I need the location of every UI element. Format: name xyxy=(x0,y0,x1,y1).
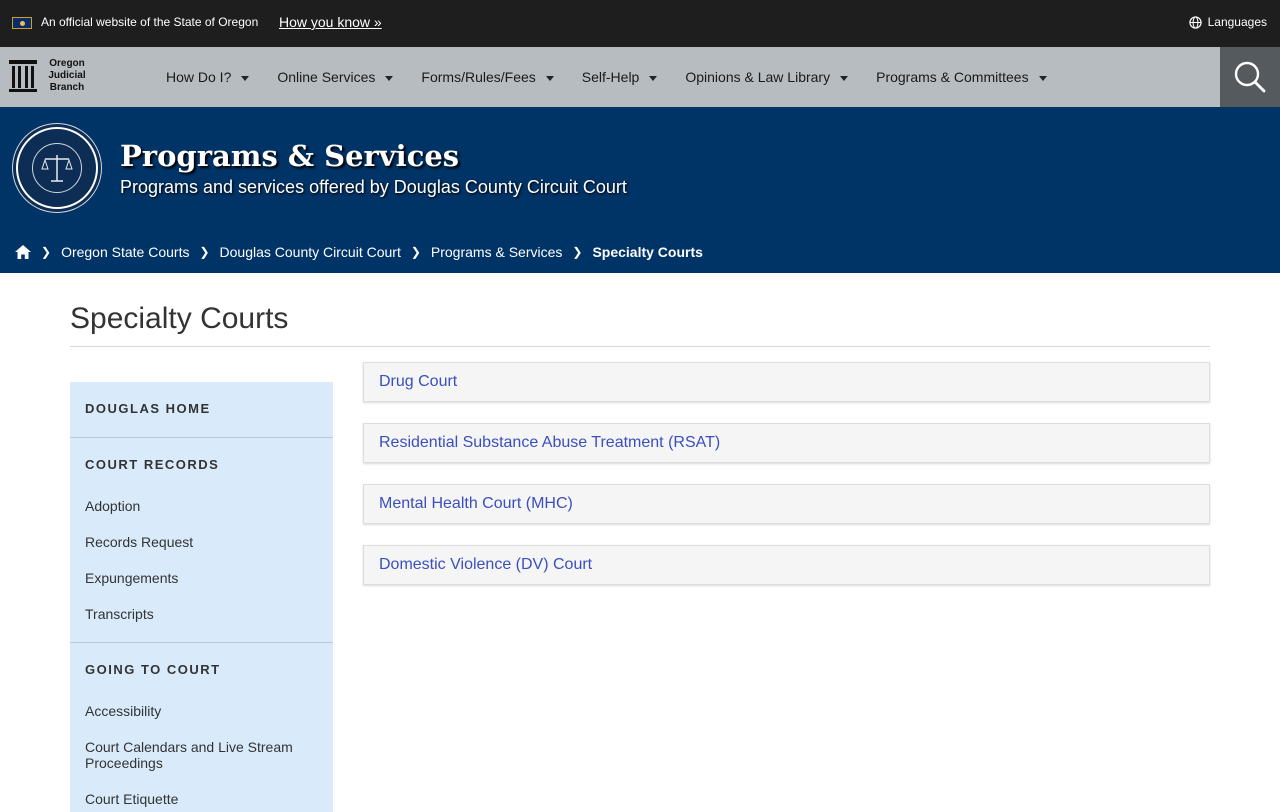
accordion-drug-court[interactable]: Drug Court xyxy=(363,362,1210,402)
official-banner: An official website of the State of Oreg… xyxy=(0,0,1280,47)
breadcrumb-programs-services[interactable]: Programs & Services xyxy=(431,244,562,260)
judicial-department-seal-icon xyxy=(16,127,98,209)
sidebar-link-records-request[interactable]: Records Request xyxy=(85,534,193,550)
chevron-right-icon: ❯ xyxy=(410,245,421,259)
caret-down-icon xyxy=(649,75,658,81)
home-icon[interactable] xyxy=(15,245,31,259)
sidebar-link-accessibility[interactable]: Accessibility xyxy=(85,703,161,719)
sidebar-link-court-calendars[interactable]: Court Calendars and Live Stream Proceedi… xyxy=(85,739,315,771)
accordion-title: Residential Substance Abuse Treatment (R… xyxy=(379,434,721,451)
languages-label: Languages xyxy=(1207,15,1267,29)
caret-down-icon xyxy=(840,75,849,81)
title-divider xyxy=(70,346,1210,347)
ojb-logo[interactable]: Oregon Judicial Branch xyxy=(9,58,91,94)
accordion-mental-health-court[interactable]: Mental Health Court (MHC) xyxy=(363,484,1210,524)
chevron-right-icon: ❯ xyxy=(199,245,210,259)
search-button[interactable] xyxy=(1220,47,1280,107)
main-navigation: Oregon Judicial Branch How Do I? Online … xyxy=(0,47,1280,107)
sidebar-link-expungements[interactable]: Expungements xyxy=(85,570,178,586)
sidebar-divider xyxy=(70,437,333,438)
accordion-title: Domestic Violence (DV) Court xyxy=(379,556,593,573)
sidebar-divider xyxy=(70,642,333,643)
chevron-right-icon: ❯ xyxy=(572,245,583,259)
banner-subtitle: Programs and services offered by Douglas… xyxy=(120,177,627,197)
breadcrumb: ❯ Oregon State Courts ❯ Douglas County C… xyxy=(15,244,703,260)
languages-button[interactable]: Languages xyxy=(1188,15,1267,29)
accordion-title: Mental Health Court (MHC) xyxy=(379,495,573,512)
oregon-flag-icon xyxy=(12,17,32,29)
logo-text: Oregon Judicial Branch xyxy=(48,58,86,93)
page-title: Specialty Courts xyxy=(70,302,289,335)
nav-programs-committees[interactable]: Programs & Committees xyxy=(876,69,1047,85)
search-icon xyxy=(1234,61,1266,93)
nav-menu: How Do I? Online Services Forms/Rules/Fe… xyxy=(166,47,1075,107)
how-you-know-link[interactable]: How you know » xyxy=(279,14,382,30)
sidebar-link-adoption[interactable]: Adoption xyxy=(85,498,140,514)
chevron-right-icon: ❯ xyxy=(41,245,52,259)
globe-icon xyxy=(1188,15,1202,29)
sidebar-link-court-etiquette[interactable]: Court Etiquette xyxy=(85,791,178,807)
caret-down-icon xyxy=(1038,75,1047,81)
sidebar-douglas-home[interactable]: DOUGLAS HOME xyxy=(85,401,211,416)
nav-forms-rules-fees[interactable]: Forms/Rules/Fees xyxy=(421,69,554,85)
caret-down-icon xyxy=(385,75,394,81)
sidebar-link-transcripts[interactable]: Transcripts xyxy=(85,606,154,622)
breadcrumb-current: Specialty Courts xyxy=(592,244,703,260)
breadcrumb-oregon-state-courts[interactable]: Oregon State Courts xyxy=(61,244,189,260)
pillar-icon xyxy=(9,60,37,92)
official-website-text: An official website of the State of Oreg… xyxy=(41,15,259,29)
nav-how-do-i[interactable]: How Do I? xyxy=(166,69,250,85)
nav-self-help[interactable]: Self-Help xyxy=(582,69,658,85)
accordion-rsat[interactable]: Residential Substance Abuse Treatment (R… xyxy=(363,423,1210,463)
accordion-domestic-violence-court[interactable]: Domestic Violence (DV) Court xyxy=(363,545,1210,585)
sidebar-heading-court-records[interactable]: COURT RECORDS xyxy=(85,457,219,472)
nav-opinions-law-library[interactable]: Opinions & Law Library xyxy=(685,69,849,85)
accordion-title: Drug Court xyxy=(379,373,458,390)
breadcrumb-douglas-county-circuit-court[interactable]: Douglas County Circuit Court xyxy=(220,244,401,260)
sidebar-heading-going-to-court[interactable]: GOING TO COURT xyxy=(85,662,221,677)
nav-online-services[interactable]: Online Services xyxy=(277,69,394,85)
sidebar-nav: DOUGLAS HOME COURT RECORDS Adoption Reco… xyxy=(70,382,333,812)
banner-title: Programs & Services xyxy=(120,139,460,173)
page-banner: Programs & Services Programs and service… xyxy=(0,107,1280,273)
caret-down-icon xyxy=(241,75,250,81)
caret-down-icon xyxy=(545,75,554,81)
